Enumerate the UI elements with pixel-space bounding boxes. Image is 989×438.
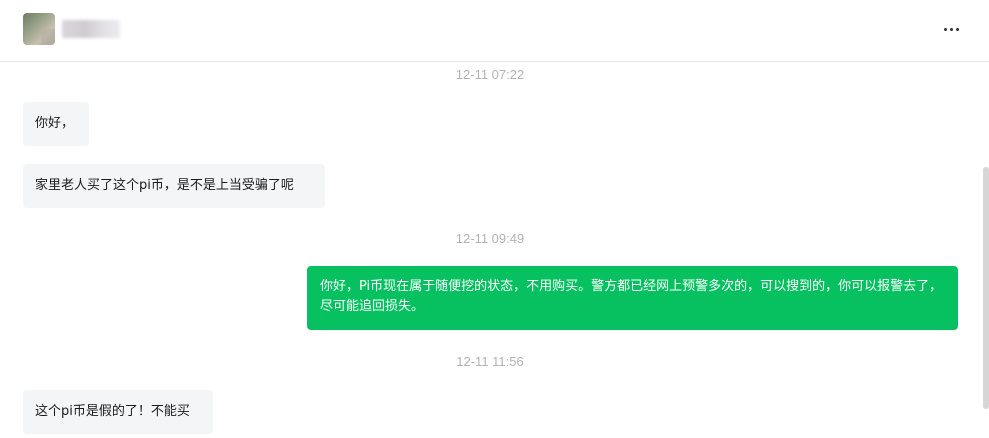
- message-scrollbar[interactable]: [980, 62, 989, 438]
- message-timestamp: 12-11 11:56: [456, 354, 524, 369]
- incoming-message-bubble[interactable]: 这个pi币是假的了！不能买: [23, 390, 213, 434]
- message-timestamp: 12-11 07:22: [455, 67, 525, 82]
- chat-header: [0, 0, 989, 62]
- incoming-message-bubble[interactable]: 家里老人买了这个pi币，是不是上当受骗了呢: [23, 164, 325, 208]
- incoming-message-bubble[interactable]: 你好，: [23, 102, 89, 146]
- scrollbar-thumb[interactable]: [983, 167, 989, 409]
- outgoing-message-bubble[interactable]: 你好，Pi币现在属于随便挖的状态，不用购买。警方都已经网上预警多次的，可以搜到的…: [307, 266, 958, 330]
- contact-name[interactable]: [62, 20, 120, 38]
- message-timestamp: 12-11 09:49: [455, 231, 525, 246]
- more-dot: [950, 28, 953, 31]
- avatar[interactable]: [23, 13, 55, 45]
- more-options-button[interactable]: [942, 19, 962, 39]
- avatar-image: [41, 29, 55, 45]
- chat-window: 12-11 07:22 你好， 家里老人买了这个pi币，是不是上当受骗了呢 12…: [0, 0, 989, 438]
- message-list[interactable]: 12-11 07:22 你好， 家里老人买了这个pi币，是不是上当受骗了呢 12…: [0, 62, 980, 438]
- more-dot: [944, 28, 947, 31]
- more-dot: [956, 28, 959, 31]
